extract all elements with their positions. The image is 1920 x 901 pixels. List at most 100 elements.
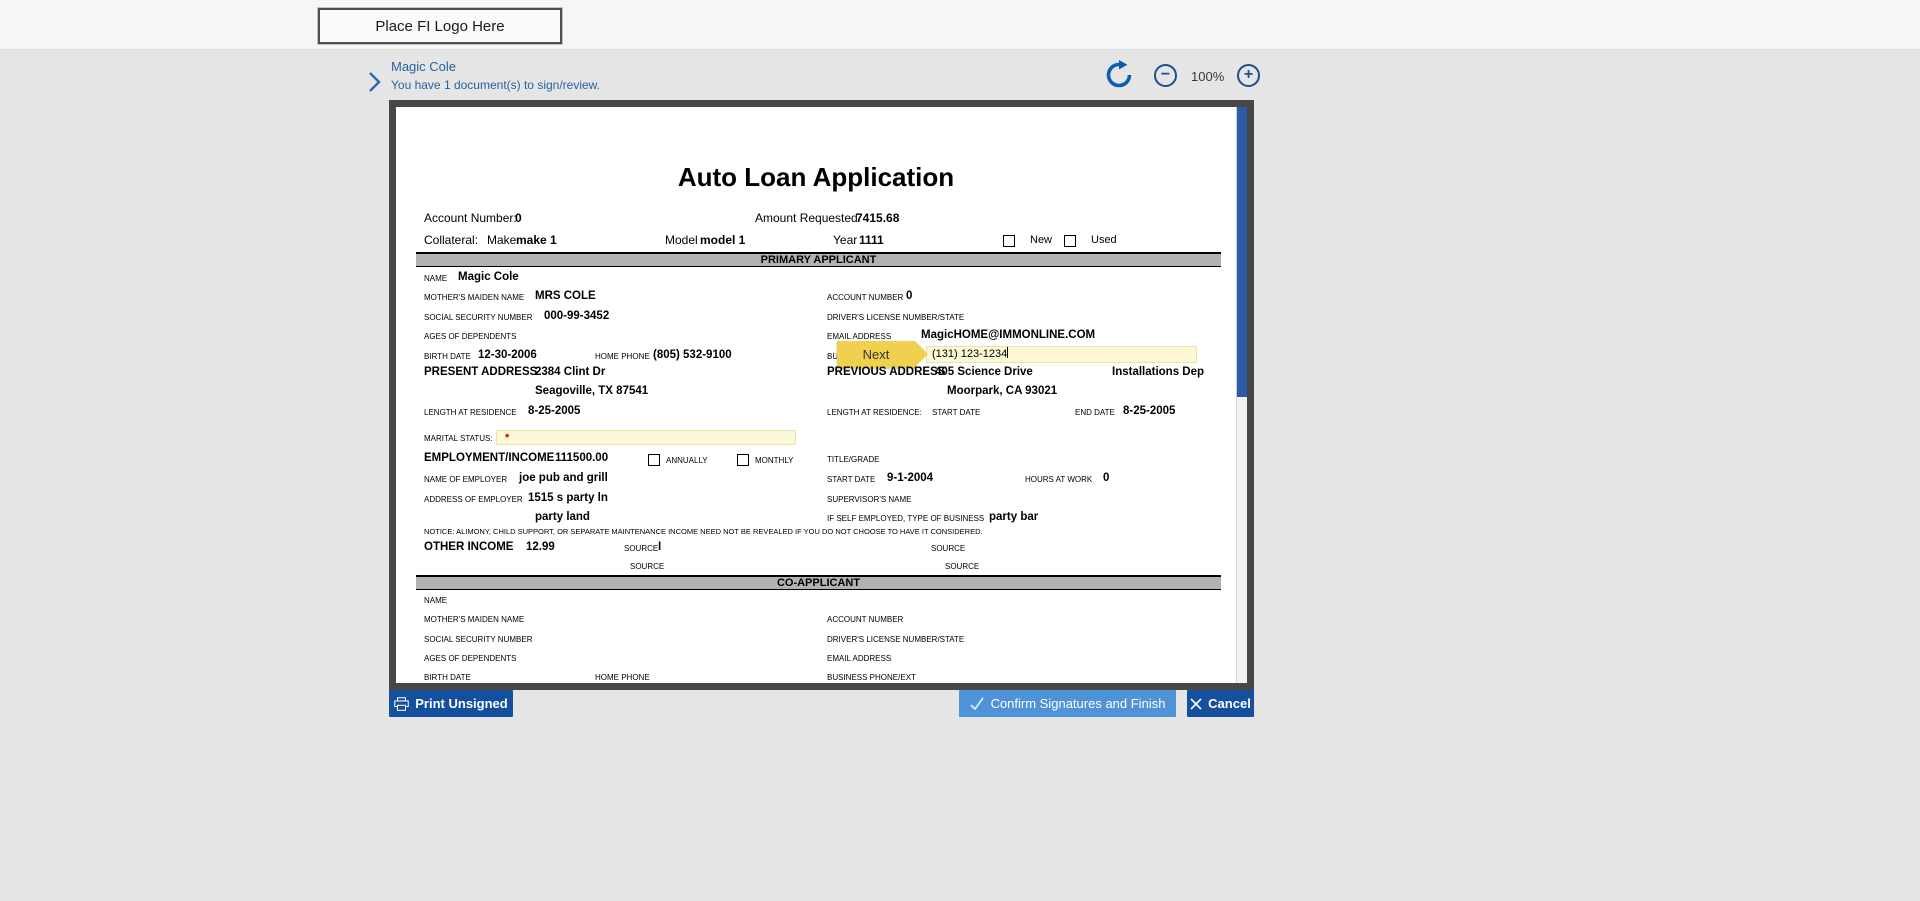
dependents-label: AGES OF DEPENDENTS (424, 332, 517, 341)
maiden-name-label: MOTHER'S MAIDEN NAME (424, 293, 525, 302)
hours-at-work-label: HOURS AT WORK (1025, 475, 1093, 484)
previous-address-extra: Installations Dep (1112, 366, 1205, 378)
employer-name-label: NAME OF EMPLOYER (424, 475, 508, 484)
checkmark-icon (969, 697, 984, 710)
ssn-label: SOCIAL SECURITY NUMBER (424, 313, 533, 322)
previous-address-label: PREVIOUS ADDRESS (827, 366, 946, 378)
model-value: model 1 (700, 233, 746, 247)
print-unsigned-label: Print Unsigned (415, 696, 508, 711)
form-title: Auto Loan Application (677, 162, 955, 192)
chevron-right-icon[interactable] (366, 70, 382, 94)
source-right-label-1: SOURCE (931, 544, 966, 553)
co-ssn-label: SOCIAL SECURITY NUMBER (424, 635, 533, 644)
previous-address-city: Moorpark, CA 93021 (947, 385, 1058, 397)
co-account-number-label: ACCOUNT NUMBER (827, 615, 904, 624)
document-page: Auto Loan Application Account Number: 0 … (396, 107, 1236, 683)
account-number-right-label: ACCOUNT NUMBER (827, 293, 904, 302)
co-name-label: NAME (424, 596, 448, 605)
source-label-1: SOURCE (624, 544, 659, 553)
email-label: EMAIL ADDRESS (827, 332, 892, 341)
drivers-license-label: DRIVER'S LICENSE NUMBER/STATE (827, 313, 965, 322)
self-employed-value: party bar (989, 511, 1039, 523)
zoom-level: 100% (1191, 69, 1225, 84)
new-label: New (1030, 234, 1053, 246)
residence-end-date-label: END DATE (1075, 408, 1115, 417)
hours-at-work-value: 0 (1103, 472, 1110, 484)
co-applicant-section-header: CO-APPLICANT (416, 575, 1221, 590)
name-label: NAME (424, 274, 448, 283)
model-label: Model (665, 233, 698, 247)
used-label: Used (1091, 234, 1117, 246)
monthly-checkbox[interactable] (737, 454, 749, 466)
used-checkbox[interactable] (1064, 235, 1076, 247)
top-bar: Place FI Logo Here (0, 0, 1920, 50)
year-value: 1111 (859, 233, 884, 247)
cancel-label: Cancel (1208, 696, 1251, 711)
business-phone-value: (131) 123-1234 (932, 348, 1008, 360)
marital-status-field[interactable]: * (496, 430, 796, 445)
primary-applicant-title: PRIMARY APPLICANT (760, 254, 877, 266)
collateral-label: Collateral: (424, 233, 479, 247)
employer-address-city: party land (535, 511, 590, 523)
zoom-in-button[interactable]: + (1237, 64, 1260, 87)
cancel-button[interactable]: Cancel (1187, 690, 1254, 717)
user-name: Magic Cole (391, 59, 457, 74)
length-residence-value: 8-25-2005 (528, 405, 581, 417)
plus-icon: + (1243, 66, 1254, 83)
co-email-label: EMAIL ADDRESS (827, 654, 892, 663)
birth-date-value: 12-30-2006 (478, 349, 537, 361)
name-value: Magic Cole (458, 271, 519, 283)
primary-applicant-section-header: PRIMARY APPLICANT (416, 252, 1221, 267)
next-flag-button[interactable]: Next (837, 341, 928, 368)
co-maiden-name-label: MOTHER'S MAIDEN NAME (424, 615, 525, 624)
home-phone-value: (805) 532-9100 (653, 349, 732, 361)
business-phone-input[interactable]: (131) 123-1234 (926, 346, 1197, 363)
fi-logo-text: Place FI Logo Here (375, 17, 505, 35)
co-drivers-license-label: DRIVER'S LICENSE NUMBER/STATE (827, 635, 965, 644)
maiden-name-value: MRS COLE (535, 290, 596, 302)
amount-requested-label: Amount Requested (755, 211, 858, 225)
make-label: Make (487, 233, 517, 247)
document-scrollbar[interactable] (1236, 107, 1247, 683)
employment-income-label: EMPLOYMENT/INCOME (424, 452, 555, 464)
account-number-value: 0 (515, 211, 522, 225)
print-unsigned-button[interactable]: Print Unsigned (389, 690, 513, 717)
employer-address-value: 1515 s party ln (528, 492, 608, 504)
amount-requested-value: 7415.68 (856, 211, 900, 225)
employment-start-date-value: 9-1-2004 (887, 472, 934, 484)
residence-end-date-value: 8-25-2005 (1123, 405, 1176, 417)
employer-address-label: ADDRESS OF EMPLOYER (424, 495, 523, 504)
marital-status-label: MARITAL STATUS: (424, 434, 493, 443)
length-residence-right-label: LENGTH AT RESIDENCE: (827, 408, 922, 417)
employment-income-value: 111500.00 (555, 452, 609, 464)
scrollbar-thumb[interactable] (1237, 107, 1247, 397)
birth-date-label: BIRTH DATE (424, 352, 471, 361)
zoom-out-button[interactable]: − (1154, 64, 1177, 87)
refresh-icon[interactable] (1104, 60, 1134, 90)
title-grade-label: TITLE/GRADE (827, 455, 880, 464)
source-right-label-2: SOURCE (945, 562, 980, 571)
fi-logo-placeholder: Place FI Logo Here (318, 8, 562, 44)
employer-name-value: joe pub and grill (519, 472, 608, 484)
email-value: MagicHOME@IMMONLINE.COM (921, 329, 1096, 341)
printer-icon (394, 696, 410, 711)
monthly-label: MONTHLY (755, 456, 794, 465)
present-address-city: Seagoville, TX 87541 (535, 385, 649, 397)
documents-to-sign-message: You have 1 document(s) to sign/review. (391, 78, 601, 92)
co-applicant-title: CO-APPLICANT (776, 577, 861, 589)
co-home-phone-label: HOME PHONE (595, 673, 650, 682)
length-residence-label: LENGTH AT RESIDENCE (424, 408, 517, 417)
annually-checkbox[interactable] (648, 454, 660, 466)
source-label-2: SOURCE (630, 562, 665, 571)
co-business-phone-label: BUSINESS PHONE/EXT (827, 673, 916, 682)
source-value[interactable]: I (658, 541, 661, 553)
confirm-signatures-button[interactable]: Confirm Signatures and Finish (959, 690, 1176, 717)
year-label: Year (833, 233, 858, 247)
home-phone-label: HOME PHONE (595, 352, 650, 361)
new-checkbox[interactable] (1003, 235, 1015, 247)
alimony-notice: NOTICE: ALIMONY, CHILD SUPPORT, OR SEPAR… (424, 527, 983, 536)
present-address-value: 2384 Clint Dr (535, 366, 606, 378)
account-number-label: Account Number: (424, 211, 517, 225)
account-number-right-value: 0 (906, 290, 913, 302)
minus-icon: − (1160, 66, 1171, 83)
